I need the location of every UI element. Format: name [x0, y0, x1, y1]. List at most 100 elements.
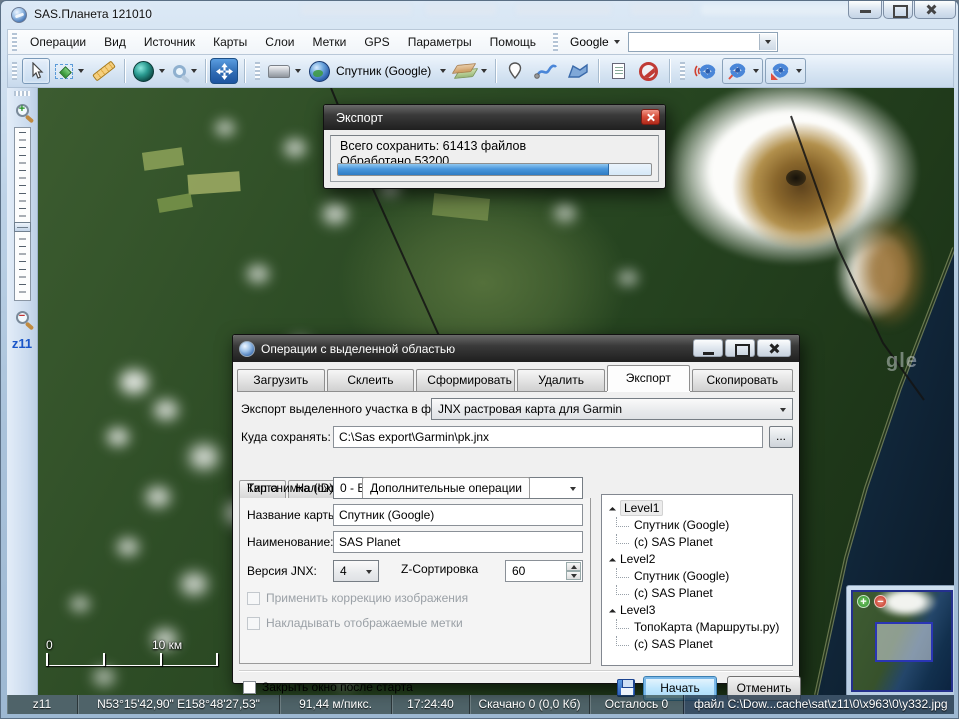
browse-button[interactable]: ...	[769, 426, 793, 448]
titlebar[interactable]: SAS.Планета 121010	[1, 1, 959, 29]
active-map-button[interactable]: Спутник (Google)	[306, 58, 449, 84]
z-order-spinner[interactable]: 60	[505, 560, 583, 582]
save-path-input[interactable]: C:\Sas export\Garmin\pk.jnx	[333, 426, 763, 448]
toolbar-grip[interactable]	[255, 62, 260, 80]
toolbar-grip[interactable]	[12, 33, 17, 51]
name-input[interactable]: SAS Planet	[333, 531, 583, 553]
zoom-slider[interactable]	[14, 127, 31, 301]
tree-expand-icon[interactable]	[609, 507, 616, 514]
menu-help[interactable]: Помощь	[481, 30, 545, 54]
menu-settings[interactable]: Параметры	[399, 30, 481, 54]
status-downloaded: Скачано 0 (0,0 Кб)	[469, 695, 589, 714]
menu-gps[interactable]: GPS	[355, 30, 398, 54]
spinner-up-button[interactable]	[566, 562, 581, 571]
add-path-button[interactable]	[531, 58, 561, 84]
close-after-start-checkbox[interactable]	[243, 681, 256, 694]
toolbar-grip[interactable]	[553, 33, 558, 51]
tab-export[interactable]: Экспорт	[607, 365, 690, 391]
map-name-input[interactable]: Спутник (Google)	[333, 504, 583, 526]
progress-dialog-titlebar[interactable]: Экспорт	[324, 105, 665, 130]
minimap-zoom-out-button[interactable]: −	[874, 595, 887, 608]
menu-marks[interactable]: Метки	[303, 30, 355, 54]
tree-leaf[interactable]: (c) SAS Planet	[604, 585, 790, 602]
levels-tree[interactable]: Level1 Спутник (Google) (c) SAS Planet L…	[601, 494, 793, 666]
cache-mode-button[interactable]	[265, 58, 304, 84]
close-button[interactable]	[914, 1, 956, 19]
sidebar-grip[interactable]	[14, 91, 30, 96]
search-tool-button[interactable]	[170, 58, 200, 84]
subtab-extra-operations[interactable]: Дополнительные операции	[362, 477, 530, 498]
dialog-minimize-button[interactable]	[693, 339, 723, 357]
tree-leaf[interactable]: (c) SAS Planet	[604, 636, 790, 653]
scale-zero-label: 0	[46, 638, 53, 652]
tab-generate[interactable]: Сформировать	[416, 369, 515, 391]
image-correction-checkbox[interactable]	[247, 592, 260, 605]
tree-leaf[interactable]: ТопоКарта (Маршруты.ру)	[604, 619, 790, 636]
add-polygon-button[interactable]	[563, 58, 593, 84]
chevron-down-icon	[614, 40, 620, 44]
progress-close-button[interactable]	[641, 109, 660, 125]
tree-expand-icon[interactable]	[609, 558, 616, 565]
toolbar-grip[interactable]	[680, 62, 685, 80]
tree-node-level1[interactable]: Level1	[604, 500, 790, 517]
menu-layers[interactable]: Слои	[256, 30, 303, 54]
zoom-sidebar: + − z11	[7, 88, 38, 695]
search-combo-input[interactable]	[628, 32, 778, 52]
tree-leaf[interactable]: Спутник (Google)	[604, 517, 790, 534]
format-combo[interactable]: JNX растровая карта для Garmin	[431, 398, 793, 420]
tab-download[interactable]: Загрузить	[237, 369, 325, 391]
tree-expand-icon[interactable]	[609, 609, 616, 616]
placemark-manager-button[interactable]	[604, 58, 632, 84]
search-combo-dropdown-button[interactable]	[759, 34, 776, 50]
zoom-in-button[interactable]: +	[16, 104, 29, 117]
menu-operations[interactable]: Операции	[21, 30, 95, 54]
tab-delete[interactable]: Удалить	[517, 369, 605, 391]
jnx-version-combo[interactable]: 4	[333, 560, 379, 582]
dialog-close-button[interactable]	[757, 339, 791, 357]
minimap[interactable]: + −	[846, 585, 954, 695]
map-source-button[interactable]	[130, 58, 168, 84]
tab-stitch[interactable]: Склеить	[327, 369, 415, 391]
tab-copy[interactable]: Скопировать	[692, 369, 793, 391]
chevron-down-icon	[159, 69, 165, 73]
gps-track-icon	[726, 60, 748, 82]
tree-leaf[interactable]: (c) SAS Planet	[604, 534, 790, 551]
minimize-button[interactable]	[848, 1, 882, 19]
tree-node-level2[interactable]: Level2	[604, 551, 790, 568]
gps-position-button[interactable]	[765, 58, 806, 84]
titlebar-glass-ghost	[701, 4, 851, 15]
active-map-label: Спутник (Google)	[336, 64, 431, 78]
chevron-down-icon	[765, 40, 771, 44]
gps-connect-button[interactable]	[690, 58, 720, 84]
minimap-viewport-rect[interactable]	[875, 622, 933, 662]
tree-leaf[interactable]: Спутник (Google)	[604, 568, 790, 585]
google-search-menu[interactable]: Google	[562, 30, 628, 54]
menu-view[interactable]: Вид	[95, 30, 135, 54]
pan-cursor-button[interactable]	[22, 58, 50, 84]
ruler-icon	[92, 60, 116, 81]
selection-tool-button[interactable]	[52, 58, 87, 84]
maximize-button[interactable]	[883, 1, 913, 19]
ruler-tool-button[interactable]	[89, 58, 119, 84]
zoom-slider-thumb[interactable]	[14, 222, 31, 232]
menu-source[interactable]: Источник	[135, 30, 204, 54]
dark-globe-icon	[133, 61, 154, 82]
overlay-marks-checkbox[interactable]	[247, 617, 260, 630]
zoom-out-button[interactable]: −	[16, 311, 29, 324]
add-placemark-button[interactable]	[501, 58, 529, 84]
selection-operations-dialog: Операции с выделенной областью Загрузить…	[232, 334, 800, 684]
spinner-down-button[interactable]	[566, 571, 581, 580]
dialog-maximize-button[interactable]	[725, 339, 755, 357]
menu-maps[interactable]: Карты	[204, 30, 256, 54]
tree-node-level3[interactable]: Level3	[604, 602, 790, 619]
overlay-marks-checkbox-row: Накладывать отображаемые метки	[247, 616, 463, 630]
minimap-zoom-in-button[interactable]: +	[857, 595, 870, 608]
dialog-titlebar[interactable]: Операции с выделенной областью	[233, 335, 799, 362]
layers-button[interactable]	[451, 58, 490, 84]
gps-track-button[interactable]	[722, 58, 763, 84]
hide-marks-button[interactable]	[634, 58, 662, 84]
minimap-view[interactable]: + −	[851, 590, 953, 692]
toolbar-grip[interactable]	[12, 62, 17, 80]
gps-signal-icon	[693, 60, 717, 82]
fullscreen-button[interactable]	[210, 58, 238, 84]
